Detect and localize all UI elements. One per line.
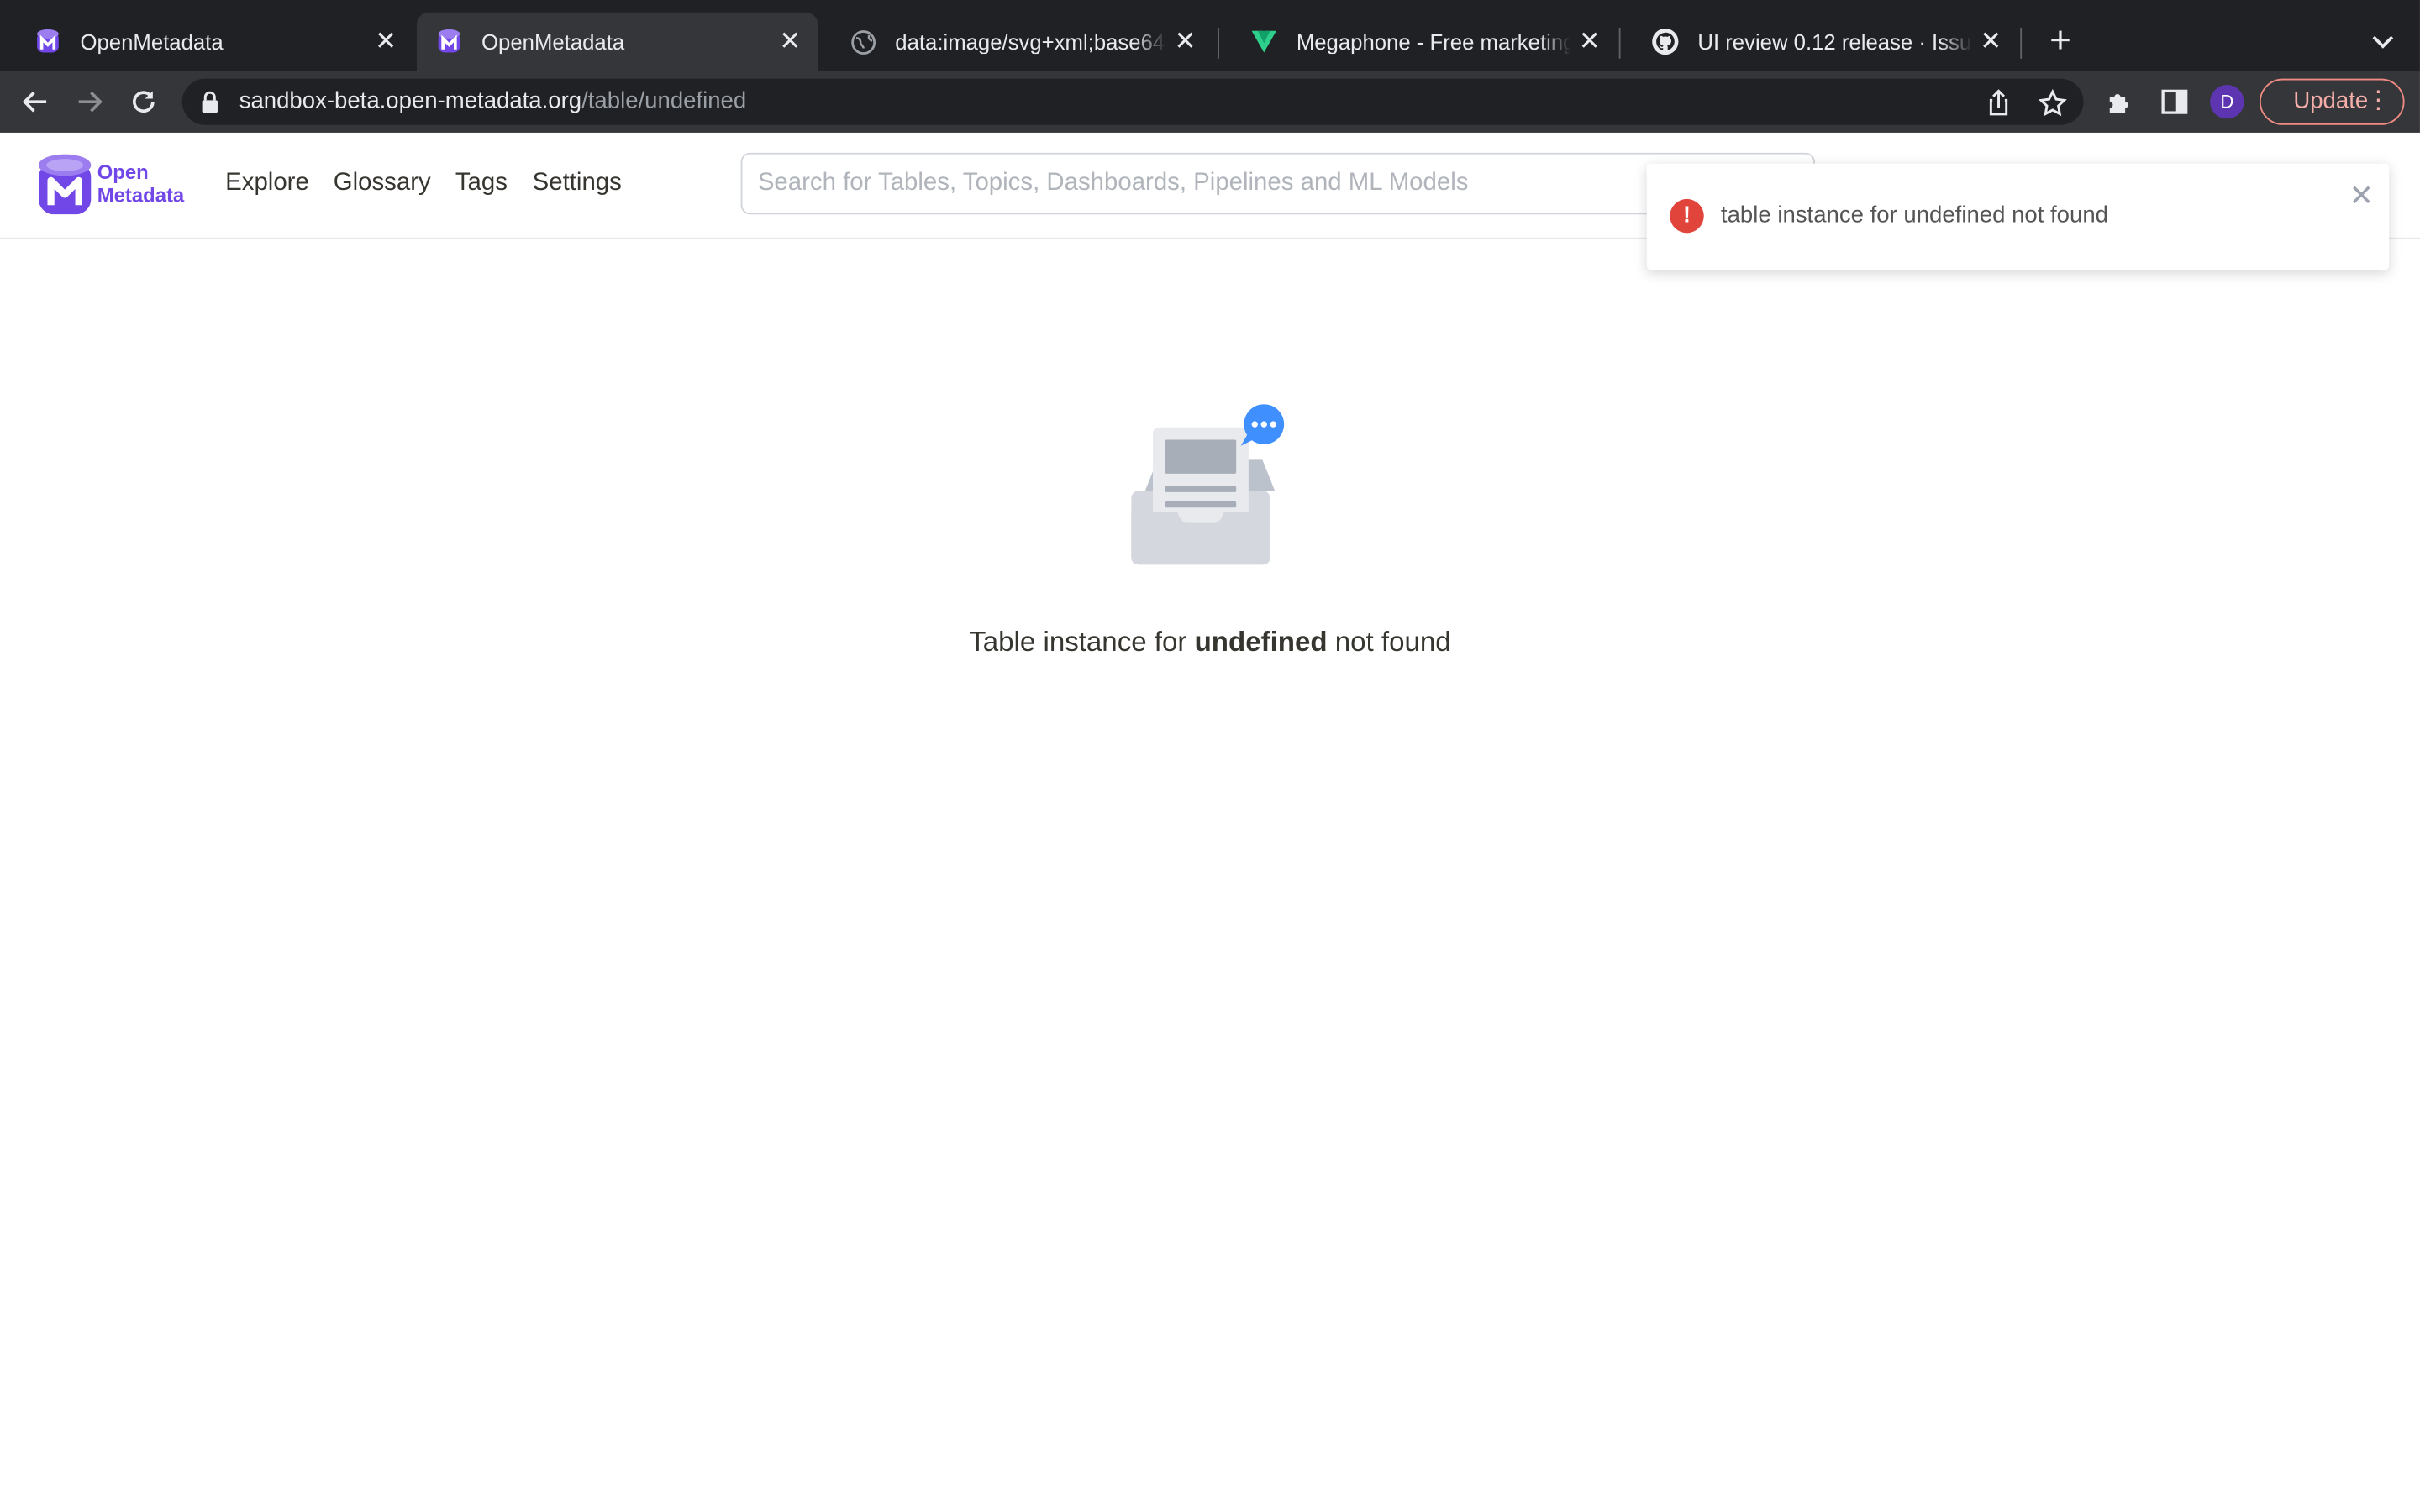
tab-title: data:image/svg+xml;base64,PHN [895,29,1166,55]
tab-close-icon[interactable]: ✕ [367,26,404,57]
browser-tab-2-active[interactable]: OpenMetadata ✕ [416,12,818,71]
bookmark-star-icon[interactable] [2037,88,2068,119]
nav-explore[interactable]: Explore [225,170,309,197]
nav-tags[interactable]: Tags [455,170,508,197]
tab-title: UI review 0.12 release · Issue # [1697,29,1973,55]
tab-close-icon[interactable]: ✕ [1571,26,1608,57]
tab-close-icon[interactable]: ✕ [771,26,808,57]
url-path: /table/undefined [581,87,747,114]
nav-glossary[interactable]: Glossary [334,170,431,197]
profile-avatar[interactable]: D [2210,85,2244,119]
tab-title: OpenMetadata [80,29,224,55]
share-icon[interactable] [1983,88,2014,119]
tab-close-icon[interactable]: ✕ [1167,26,1204,57]
lock-icon [201,91,219,120]
empty-prefix: Table instance for [969,626,1187,658]
openmetadata-favicon-icon [435,28,463,55]
empty-inbox-icon [1123,404,1297,570]
empty-entity: undefined [1194,626,1328,658]
browser-tab-1[interactable]: OpenMetadata ✕ [0,13,413,71]
tab-title: OpenMetadata [481,29,625,55]
tab-title: Megaphone - Free marketing icons [1296,29,1571,55]
browser-tab-4[interactable]: Megaphone - Free marketing icons ✕ [1216,13,1618,71]
browser-tab-3[interactable]: data:image/svg+xml;base64,PHN ✕ [815,13,1213,71]
extensions-puzzle-icon[interactable] [2105,87,2136,118]
reload-icon[interactable] [124,81,164,122]
update-label: Update [2293,87,2369,114]
logo-text[interactable]: Open Metadata [97,160,185,207]
toast-close-icon[interactable]: ✕ [2349,179,2374,214]
megaphone-site-icon [1250,28,1278,55]
tab-close-icon[interactable]: ✕ [1972,26,2009,57]
globe-icon [849,28,876,55]
toast-message: table instance for undefined not found [1720,202,2108,228]
url-host: sandbox-beta.open-metadata.org [239,87,582,114]
tab-separator [1218,28,1219,59]
browser-toolbar: sandbox-beta.open-metadata.org/table/und… [0,71,2420,133]
empty-suffix: not found [1334,626,1451,658]
empty-state-message: Table instance for undefined not found [0,627,2420,659]
openmetadata-favicon-icon [34,28,61,55]
logo-text-open: Open [97,160,149,184]
search-input[interactable] [742,154,1749,213]
forward-arrow-icon[interactable] [70,81,110,122]
tab-separator [2020,28,2023,59]
browser-tab-5[interactable]: UI review 0.12 release · Issue # ✕ [1618,13,2019,71]
address-bar[interactable]: sandbox-beta.open-metadata.org/table/und… [182,78,2084,125]
tab-search-chevron-icon[interactable] [2365,24,2402,58]
side-panel-icon[interactable] [2160,87,2191,118]
more-vert-icon[interactable]: ⋮ [2366,81,2391,122]
error-icon: ! [1670,198,1704,234]
new-tab-plus-icon[interactable]: + [2040,21,2081,62]
nav-settings[interactable]: Settings [533,170,622,197]
tab-separator [1618,28,1621,59]
url-text: sandbox-beta.open-metadata.org/table/und… [239,88,747,114]
logo-text-metadata: Metadata [97,183,185,207]
browser-tab-strip: OpenMetadata ✕ OpenMetadata ✕ data:image… [0,0,2420,71]
github-icon [1651,28,1679,55]
openmetadata-logo-icon[interactable] [38,153,92,215]
error-toast: ! table instance for undefined not found… [1646,163,2390,270]
update-button[interactable]: Update ⋮ [2259,78,2405,125]
back-arrow-icon[interactable] [15,81,55,122]
